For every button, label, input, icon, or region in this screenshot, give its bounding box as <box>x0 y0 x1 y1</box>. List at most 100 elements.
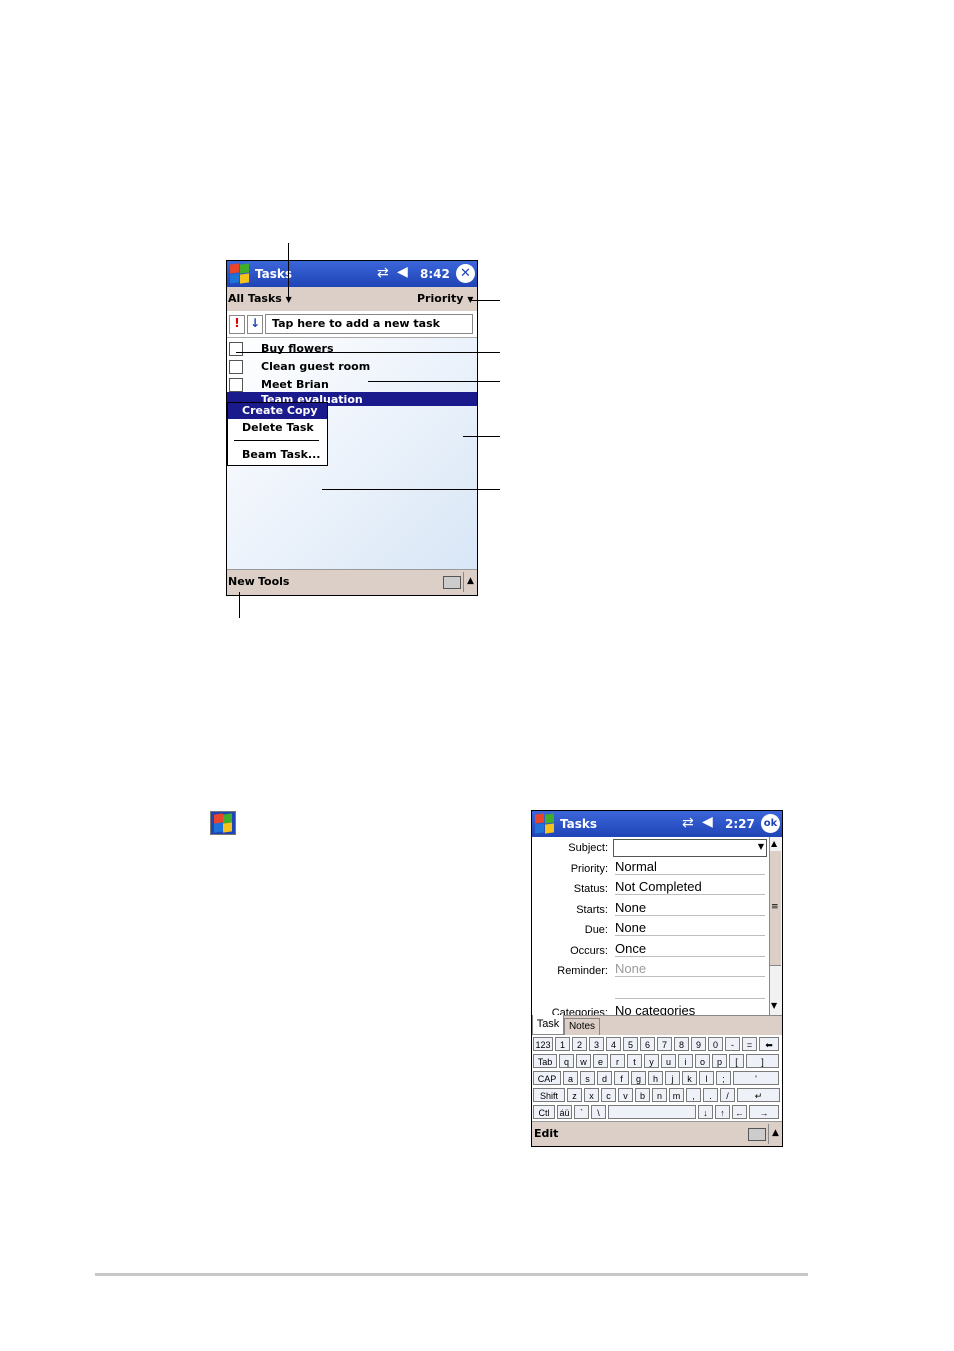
keyboard-key[interactable]: ] <box>746 1054 779 1068</box>
connectivity-icon[interactable]: ⇄ <box>377 265 389 281</box>
list-item[interactable]: Clean guest room <box>227 358 477 376</box>
keyboard-key[interactable]: ' <box>733 1071 779 1085</box>
input-selector-arrow-icon[interactable]: ▲ <box>463 572 474 592</box>
keyboard-key[interactable]: 7 <box>657 1037 672 1051</box>
keyboard-key[interactable]: CAP <box>533 1071 561 1085</box>
close-icon[interactable]: ✕ <box>456 264 475 283</box>
clock[interactable]: 8:42 <box>420 267 450 281</box>
keyboard-key[interactable]: 1 <box>555 1037 570 1051</box>
keyboard-key[interactable]: , <box>686 1088 701 1102</box>
keyboard-key[interactable]: 2 <box>572 1037 587 1051</box>
keyboard-key[interactable]: 0 <box>708 1037 723 1051</box>
keyboard-key[interactable]: 3 <box>589 1037 604 1051</box>
status-field[interactable]: Not Completed <box>615 879 765 895</box>
keyboard-key[interactable]: y <box>644 1054 659 1068</box>
keyboard-key[interactable]: r <box>610 1054 625 1068</box>
keyboard-key[interactable]: / <box>720 1088 735 1102</box>
keyboard-key[interactable]: d <box>597 1071 612 1085</box>
starts-field[interactable]: None <box>615 900 765 916</box>
keyboard-key[interactable]: a <box>563 1071 578 1085</box>
new-task-entry[interactable]: Tap here to add a new task <box>265 314 473 334</box>
list-item[interactable]: Buy flowers <box>227 340 477 358</box>
menu-tools[interactable]: Tools <box>258 575 289 588</box>
keyboard-key[interactable]: = <box>742 1037 757 1051</box>
priority-field[interactable]: Normal <box>615 859 765 875</box>
keyboard-icon[interactable] <box>443 576 461 589</box>
keyboard-key[interactable]: c <box>601 1088 616 1102</box>
keyboard-key[interactable]: ↓ <box>698 1105 713 1119</box>
ok-button[interactable]: ok <box>761 814 780 833</box>
keyboard-key[interactable]: - <box>725 1037 740 1051</box>
keyboard-key[interactable]: j <box>665 1071 680 1085</box>
tab-notes[interactable]: Notes <box>564 1018 600 1036</box>
keyboard-key[interactable]: ⬅ <box>759 1037 779 1051</box>
chevron-down-icon[interactable]: ▼ <box>758 842 764 851</box>
keyboard-key[interactable]: l <box>699 1071 714 1085</box>
keyboard-key[interactable]: e <box>593 1054 608 1068</box>
reminder-field[interactable]: None <box>615 961 765 977</box>
keyboard-key[interactable]: ↵ <box>737 1088 780 1102</box>
subject-input[interactable]: ▼ <box>613 839 767 857</box>
keyboard-key[interactable]: 123 <box>533 1037 553 1051</box>
keyboard-key[interactable]: ↑ <box>715 1105 730 1119</box>
keyboard-key[interactable]: [ <box>729 1054 744 1068</box>
speaker-icon[interactable]: ◀ <box>702 814 713 830</box>
task-checkbox[interactable] <box>229 342 243 356</box>
keyboard-key[interactable]: g <box>631 1071 646 1085</box>
menu-edit[interactable]: Edit <box>534 1127 558 1140</box>
keyboard-key[interactable]: q <box>559 1054 574 1068</box>
keyboard-key[interactable]: 6 <box>640 1037 655 1051</box>
keyboard-key[interactable]: o <box>695 1054 710 1068</box>
keyboard-key[interactable]: \ <box>591 1105 606 1119</box>
start-menu-icon[interactable] <box>230 263 250 284</box>
scroll-down-icon[interactable]: ▼ <box>771 1001 777 1010</box>
scroll-up-icon[interactable]: ▲ <box>771 839 777 848</box>
task-checkbox[interactable] <box>229 378 243 392</box>
filter-dropdown[interactable]: All Tasks ▼ <box>228 292 292 305</box>
sort-dropdown[interactable]: Priority ▼ <box>417 292 473 305</box>
keyboard-key[interactable]: v <box>618 1088 633 1102</box>
clock[interactable]: 2:27 <box>725 817 755 831</box>
keyboard-key[interactable]: f <box>614 1071 629 1085</box>
task-checkbox[interactable] <box>229 360 243 374</box>
keyboard-key[interactable]: x <box>584 1088 599 1102</box>
menu-item-beam-task[interactable]: Beam Task... <box>242 448 320 461</box>
keyboard-key[interactable]: . <box>703 1088 718 1102</box>
keyboard-key[interactable]: 9 <box>691 1037 706 1051</box>
keyboard-key[interactable]: h <box>648 1071 663 1085</box>
keyboard-key[interactable]: → <box>749 1105 779 1119</box>
keyboard-key[interactable]: Ctl <box>533 1105 555 1119</box>
input-selector-arrow-icon[interactable]: ▲ <box>768 1124 779 1144</box>
keyboard-key[interactable]: Shift <box>533 1088 565 1102</box>
keyboard-key[interactable]: k <box>682 1071 697 1085</box>
keyboard-key[interactable]: s <box>580 1071 595 1085</box>
vertical-scrollbar[interactable]: ▲ ≡ ▼ <box>769 837 782 1015</box>
keyboard-key[interactable]: w <box>576 1054 591 1068</box>
keyboard-key[interactable]: Tab <box>533 1054 557 1068</box>
keyboard-key[interactable]: ; <box>716 1071 731 1085</box>
keyboard-key[interactable]: 4 <box>606 1037 621 1051</box>
tab-task[interactable]: Task <box>532 1015 564 1035</box>
priority-column-header[interactable]: ! <box>229 315 245 334</box>
keyboard-key[interactable]: 5 <box>623 1037 638 1051</box>
due-field[interactable]: None <box>615 920 765 936</box>
menu-new[interactable]: New <box>228 575 255 588</box>
keyboard-key[interactable]: áü <box>557 1105 572 1119</box>
keyboard-key[interactable]: b <box>635 1088 650 1102</box>
menu-item-create-copy[interactable]: Create Copy <box>228 403 327 419</box>
keyboard-icon[interactable] <box>748 1128 766 1141</box>
keyboard-key[interactable]: i <box>678 1054 693 1068</box>
keyboard-key[interactable]: p <box>712 1054 727 1068</box>
speaker-icon[interactable]: ◀ <box>397 264 408 280</box>
connectivity-icon[interactable]: ⇄ <box>682 815 694 831</box>
keyboard-key[interactable]: ← <box>732 1105 747 1119</box>
start-menu-icon[interactable] <box>535 813 555 834</box>
keyboard-key[interactable]: t <box>627 1054 642 1068</box>
keyboard-key[interactable]: ` <box>574 1105 589 1119</box>
sort-direction-button[interactable]: ↓ <box>247 315 263 334</box>
keyboard-key[interactable]: u <box>661 1054 676 1068</box>
keyboard-key[interactable]: z <box>567 1088 582 1102</box>
spacebar-key[interactable] <box>608 1105 696 1119</box>
keyboard-key[interactable]: m <box>669 1088 684 1102</box>
keyboard-key[interactable]: n <box>652 1088 667 1102</box>
